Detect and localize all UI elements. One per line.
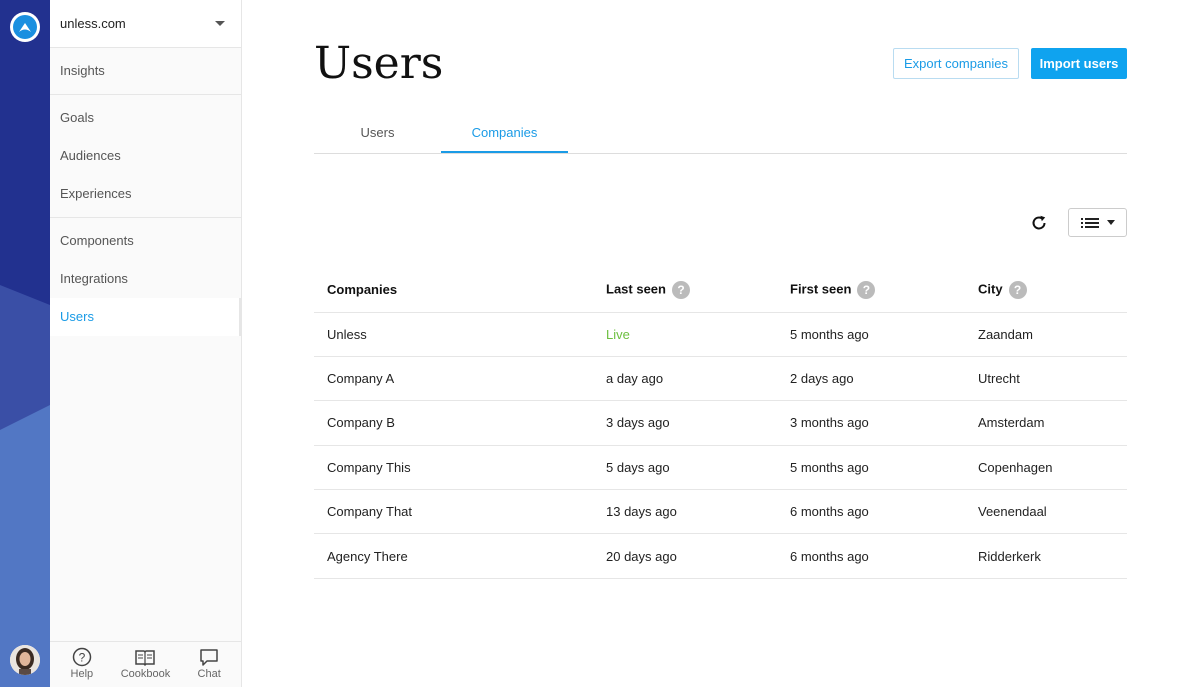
table-row[interactable]: Company B 3 days ago 3 months ago Amster… (314, 400, 1127, 446)
sidebar-item-insights[interactable]: Insights (50, 52, 241, 90)
city-cell: Utrecht (965, 356, 1127, 402)
company-cell: Agency There (314, 533, 593, 579)
help-button[interactable]: ? Help (52, 642, 112, 687)
first-seen-cell: 5 months ago (777, 312, 965, 357)
import-users-button[interactable]: Import users (1031, 48, 1127, 79)
rail-background (0, 285, 50, 687)
org-switcher[interactable]: unless.com (50, 0, 241, 48)
help-label: Help (70, 668, 94, 680)
book-icon (135, 650, 156, 667)
chat-label: Chat (197, 668, 221, 680)
tab-companies[interactable]: Companies (441, 114, 568, 153)
last-seen-cell: 3 days ago (593, 400, 777, 446)
view-options-dropdown[interactable] (1068, 208, 1127, 237)
table-row[interactable]: Agency There 20 days ago 6 months ago Ri… (314, 533, 1127, 579)
help-icon[interactable]: ? (857, 280, 876, 299)
column-header-label: Companies (327, 282, 398, 298)
table-row[interactable]: Company A a day ago 2 days ago Utrecht (314, 356, 1127, 402)
sidebar-item-integrations[interactable]: Integrations (50, 260, 241, 298)
sidebar-item-components[interactable]: Components (50, 222, 241, 260)
first-seen-cell: 6 months ago (777, 533, 965, 579)
table-row[interactable]: Company That 13 days ago 6 months ago Ve… (314, 489, 1127, 535)
column-header-companies[interactable]: Companies (314, 268, 593, 313)
page-title: Users (314, 38, 444, 89)
column-header-label: Last seen (606, 281, 666, 297)
nav-group-insights: Insights (50, 48, 241, 95)
sidebar-footer: ? Help Cookbook Chat (50, 641, 241, 687)
city-cell: Copenhagen (965, 445, 1127, 491)
last-seen-cell: 20 days ago (593, 533, 777, 579)
last-seen-cell: 13 days ago (593, 489, 777, 535)
tab-users[interactable]: Users (314, 114, 441, 153)
table-row[interactable]: Company This 5 days ago 5 months ago Cop… (314, 445, 1127, 491)
help-icon[interactable]: ? (1008, 280, 1027, 299)
city-cell: Amsterdam (965, 400, 1127, 446)
help-icon[interactable]: ? (671, 280, 690, 299)
app-rail (0, 0, 50, 687)
cookbook-label: Cookbook (120, 668, 171, 680)
cookbook-button[interactable]: Cookbook (115, 642, 175, 687)
last-seen-cell: 5 days ago (593, 445, 777, 491)
table-row[interactable]: Unless Live 5 months ago Zaandam (314, 312, 1127, 357)
city-cell: Ridderkerk (965, 533, 1127, 579)
list-icon (1080, 217, 1099, 228)
company-cell: Company This (314, 445, 593, 491)
help-icon: ? (72, 647, 92, 667)
chat-icon (200, 649, 218, 666)
column-header-city[interactable]: City? (965, 268, 1127, 313)
column-header-last-seen[interactable]: Last seen? (593, 268, 777, 313)
first-seen-cell: 3 months ago (777, 400, 965, 446)
company-cell: Company That (314, 489, 593, 535)
svg-text:?: ? (78, 651, 85, 665)
last-seen-cell: Live (593, 312, 777, 357)
avatar[interactable] (10, 645, 40, 675)
company-cell: Company A (314, 356, 593, 402)
chevron-down-icon (1106, 220, 1115, 225)
sidebar-item-goals[interactable]: Goals (50, 99, 241, 137)
refresh-icon (1032, 215, 1046, 230)
chat-button[interactable]: Chat (179, 642, 239, 687)
last-seen-cell: a day ago (593, 356, 777, 402)
chevron-down-icon (215, 21, 225, 26)
column-header-first-seen[interactable]: First seen? (777, 268, 965, 313)
refresh-button[interactable] (1028, 212, 1050, 234)
sidebar-item-users[interactable]: Users (50, 298, 241, 336)
export-companies-button[interactable]: Export companies (893, 48, 1019, 79)
sidebar-item-experiences[interactable]: Experiences (50, 175, 241, 213)
app-logo[interactable] (10, 12, 40, 42)
sidebar: unless.com Insights Goals Audiences Expe… (50, 0, 242, 687)
city-cell: Zaandam (965, 312, 1127, 357)
sidebar-item-audiences[interactable]: Audiences (50, 137, 241, 175)
city-cell: Veenendaal (965, 489, 1127, 535)
column-header-label: First seen (790, 281, 852, 297)
table-header-row: Companies Last seen? First seen? City? (314, 268, 1127, 313)
first-seen-cell: 2 days ago (777, 356, 965, 402)
first-seen-cell: 5 months ago (777, 445, 965, 491)
nav-group-personalization: Goals Audiences Experiences (50, 95, 241, 218)
company-cell: Unless (314, 312, 593, 357)
column-header-label: City (978, 281, 1003, 297)
main-content: Users Export companies Import users User… (242, 0, 1200, 687)
org-name: unless.com (60, 16, 126, 31)
company-cell: Company B (314, 400, 593, 446)
companies-table: Companies Last seen? First seen? City? U… (314, 268, 1127, 579)
nav-group-settings: Components Integrations Users (50, 218, 241, 340)
first-seen-cell: 6 months ago (777, 489, 965, 535)
tabs: Users Companies (314, 114, 1127, 154)
